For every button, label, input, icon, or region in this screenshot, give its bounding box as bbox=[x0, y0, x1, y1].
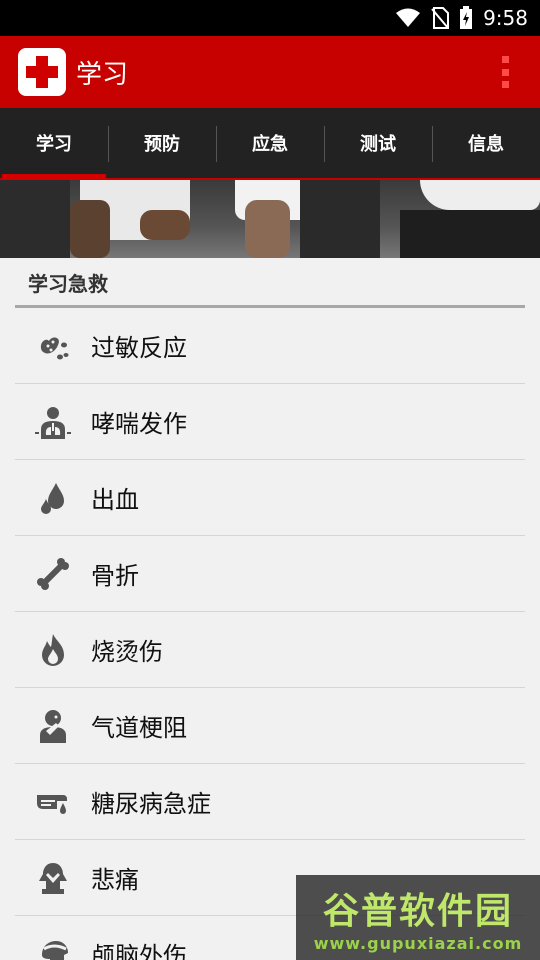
watermark-url: www.gupuxiazai.com bbox=[313, 934, 523, 953]
choking-icon bbox=[35, 708, 71, 744]
tab-prevent[interactable]: 预防 bbox=[108, 108, 216, 178]
wifi-icon bbox=[395, 8, 421, 28]
red-cross-logo bbox=[18, 48, 66, 96]
status-time: 9:58 bbox=[483, 6, 528, 30]
peanut-icon bbox=[35, 328, 71, 364]
app-title: 学习 bbox=[76, 59, 129, 90]
tab-test[interactable]: 测试 bbox=[324, 108, 432, 178]
tab-learn[interactable]: 学习 bbox=[0, 108, 108, 180]
list-item-bleeding[interactable]: 出血 bbox=[15, 460, 525, 536]
status-bar: 9:58 bbox=[0, 0, 540, 36]
list-item-allergy[interactable]: 过敏反应 bbox=[15, 308, 525, 384]
watermark: 谷普软件园 www.gupuxiazai.com bbox=[296, 875, 540, 960]
diabetes-icon bbox=[35, 784, 71, 820]
list-item-fracture[interactable]: 骨折 bbox=[15, 536, 525, 612]
head-injury-icon bbox=[35, 936, 71, 960]
list-item-diabetes[interactable]: 糖尿病急症 bbox=[15, 764, 525, 840]
tab-emergency[interactable]: 应急 bbox=[216, 108, 324, 178]
overflow-menu-icon[interactable] bbox=[500, 56, 510, 88]
tab-bar: 学习 预防 应急 测试 信息 bbox=[0, 108, 540, 180]
watermark-title: 谷普软件园 bbox=[322, 890, 513, 931]
tab-info[interactable]: 信息 bbox=[432, 108, 540, 178]
banner-photo bbox=[0, 180, 540, 258]
flame-icon bbox=[35, 632, 71, 668]
bone-icon bbox=[35, 556, 71, 592]
list-item-choking[interactable]: 气道梗阻 bbox=[15, 688, 525, 764]
section-title: 学习急救 bbox=[15, 268, 525, 308]
list-item-burns[interactable]: 烧烫伤 bbox=[15, 612, 525, 688]
app-bar: 学习 bbox=[0, 36, 540, 108]
first-aid-list: 过敏反应 哮喘发作 出血 骨折 烧烫伤 气道梗阻 糖尿病急症 悲痛 颅脑外伤 bbox=[15, 308, 525, 960]
battery-charging-icon bbox=[459, 6, 473, 30]
lungs-icon bbox=[35, 404, 71, 440]
list-item-asthma[interactable]: 哮喘发作 bbox=[15, 384, 525, 460]
no-sim-icon bbox=[431, 7, 450, 29]
grief-icon bbox=[35, 860, 71, 896]
blood-drop-icon bbox=[35, 480, 71, 516]
